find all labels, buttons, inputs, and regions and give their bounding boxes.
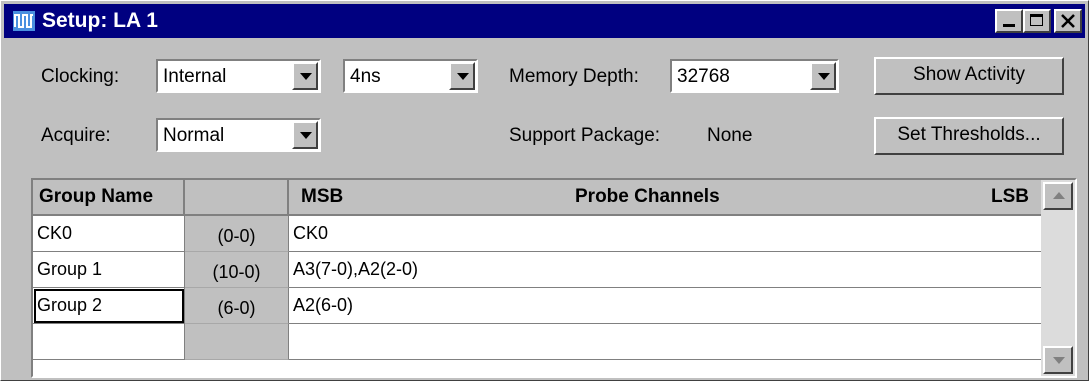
acquire-select[interactable]: Normal [156,118,321,152]
probe-groups-table: Group Name MSB Probe Channels LSB CK0 (0… [31,178,1077,378]
probe-channels-cell[interactable] [289,324,1043,360]
clock-period-value: 4ns [350,66,381,87]
range-cell: (0-0) [185,216,289,252]
minimize-icon [1003,24,1015,27]
scroll-down-icon[interactable] [1043,346,1073,374]
range-cell [185,324,289,360]
support-package-label: Support Package: [509,125,661,146]
support-package-value: None [707,125,753,146]
scroll-up-icon[interactable] [1043,182,1073,210]
range-cell: (6-0) [185,288,289,324]
logic-analyzer-icon [13,11,35,31]
header-range [185,180,289,216]
chevron-down-icon[interactable] [292,121,318,149]
msb-label: MSB [301,186,344,207]
vertical-scrollbar[interactable] [1041,180,1075,376]
clocking-label: Clocking: [41,66,120,87]
memory-depth-value: 32768 [677,66,730,87]
group-name-cell[interactable]: Group 1 [33,252,185,288]
acquire-value: Normal [163,125,225,146]
lsb-label: LSB [991,186,1029,207]
maximize-button[interactable] [1023,9,1051,33]
show-activity-button[interactable]: Show Activity [874,57,1064,95]
group-name-cell[interactable] [33,324,185,360]
chevron-down-icon[interactable] [810,62,836,90]
chevron-down-icon[interactable] [292,62,318,90]
memory-depth-label: Memory Depth: [509,66,639,87]
minimize-button[interactable] [995,9,1023,33]
memory-depth-select[interactable]: 32768 [670,59,839,93]
probe-channels-cell[interactable]: CK0 [289,216,1043,252]
close-button[interactable] [1054,9,1082,33]
clocking-select[interactable]: Internal [156,59,321,93]
set-thresholds-button[interactable]: Set Thresholds... [874,117,1064,155]
range-cell: (10-0) [185,252,289,288]
chevron-down-icon[interactable] [449,62,475,90]
close-icon [1061,14,1075,28]
clocking-value: Internal [163,66,227,87]
group-name-cell[interactable]: CK0 [33,216,185,252]
maximize-icon [1030,14,1043,26]
clock-period-select[interactable]: 4ns [343,59,478,93]
window-title: Setup: LA 1 [42,9,158,32]
probe-channels-label: Probe Channels [575,186,720,207]
probe-channels-cell[interactable]: A3(7-0),A2(2-0) [289,252,1043,288]
setup-window: Setup: LA 1 Clocking: Internal 4ns Memor… [0,0,1089,381]
acquire-label: Acquire: [41,125,111,146]
group-name-cell[interactable]: Group 2 [33,288,185,324]
header-group-name[interactable]: Group Name [33,180,185,216]
probe-channels-cell[interactable]: A2(6-0) [289,288,1043,324]
header-probe-channels: MSB Probe Channels LSB [289,180,1043,216]
title-bar[interactable]: Setup: LA 1 [4,4,1085,38]
